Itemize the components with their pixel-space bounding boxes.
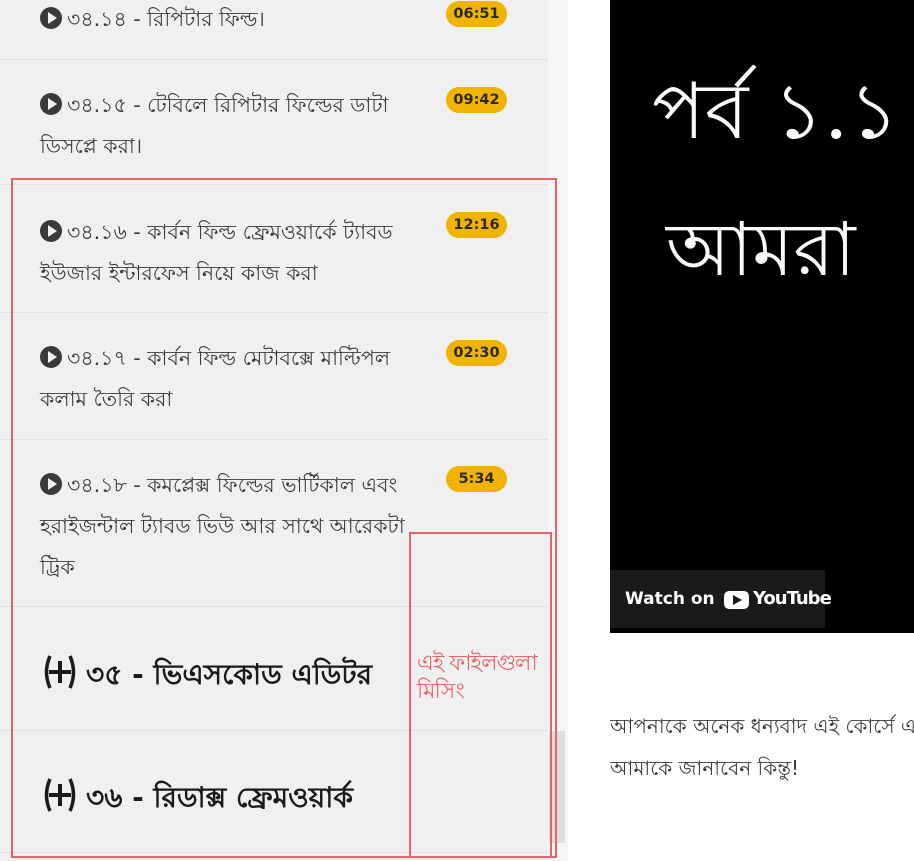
youtube-play-icon [724, 591, 749, 609]
description-line: আমাকে জানাবেন কিন্তু! [610, 756, 800, 780]
duration-badge: 09:42 [446, 87, 507, 113]
lesson-item[interactable]: ৩৪.১৪ - রিপিটার ফিল্ড। 06:51 [0, 0, 548, 60]
watch-on-youtube-button[interactable]: Watch on YouTube [610, 570, 832, 628]
play-circle-icon [40, 93, 62, 115]
lesson-title: ৩৪.১৫ - টেবিলে রিপিটার ফিল্ডের ডাটা ডিসপ… [40, 93, 389, 158]
duration-badge: 06:51 [446, 1, 507, 27]
play-circle-icon [40, 7, 62, 29]
lesson-title: ৩৪.১৪ - রিপিটার ফিল্ড। [67, 7, 265, 31]
annotation-note-text: এই ফাইলগুলা মিসিং [417, 651, 538, 704]
video-player[interactable]: পর্ব ১.১ আমরা Watch on YouTube [610, 0, 914, 633]
youtube-wordmark: YouTube [753, 588, 832, 609]
video-overlay-subtitle: আমরা [666, 207, 856, 293]
lesson-item[interactable]: ৩৪.১৫ - টেবিলে রিপিটার ফিল্ডের ডাটা ডিসপ… [0, 60, 548, 185]
video-overlay-title: পর্ব ১.১ [652, 67, 900, 157]
watch-on-label: Watch on [625, 589, 715, 609]
description-line: আপনাকে অনেক ধন্যবাদ এই কোর্সে এ [610, 714, 914, 738]
